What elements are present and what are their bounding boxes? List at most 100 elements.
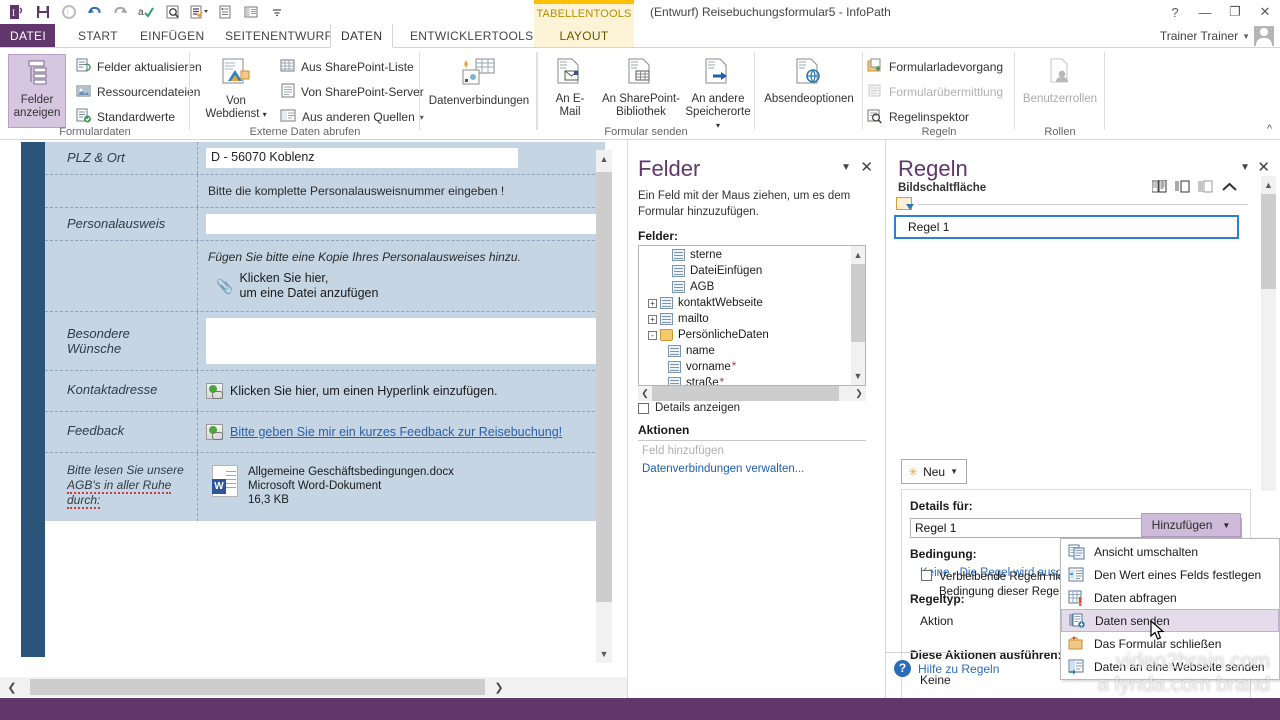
user-account-area[interactable]: Trainer Trainer ▼ — [1160, 26, 1274, 46]
datenverbindungen-button[interactable]: Datenverbindungen — [424, 54, 534, 128]
feedback-hyperlink[interactable]: Bitte geben Sie mir ein kurzes Feedback … — [206, 421, 597, 443]
save-icon[interactable] — [30, 1, 55, 23]
customize-qat-icon[interactable] — [264, 1, 289, 23]
designer-vertical-scrollbar[interactable]: ▲ ▼ — [596, 150, 612, 663]
hilfe-zu-regeln-link[interactable]: Hilfe zu Regeln — [918, 662, 999, 676]
hinzufuegen-dropdown-menu[interactable]: Ansicht umschalten Den Wert eines Felds … — [1060, 538, 1280, 680]
tab-datei[interactable]: DATEI — [0, 24, 55, 48]
von-sharepoint-server-button[interactable]: Von SharePoint-Server — [280, 81, 424, 103]
standardwerte-button[interactable]: Standardwerte — [76, 106, 175, 128]
rule-list-item[interactable]: Regel 1 — [894, 215, 1239, 239]
tab-einfuegen[interactable]: EINFÜGEN — [130, 24, 214, 48]
an-email-button[interactable]: An E- Mail — [541, 54, 599, 128]
kontaktadresse-hyperlink[interactable]: Klicken Sie hier, um einen Hyperlink ein… — [206, 380, 597, 402]
scroll-right-icon[interactable]: ❯ — [491, 679, 507, 695]
tree-item[interactable]: name — [640, 343, 852, 359]
formularladevorgang-button[interactable]: Formularladevorgang — [867, 56, 1003, 78]
menu-item-daten-senden[interactable]: Daten senden — [1061, 609, 1279, 632]
verbleibende-regeln-checkbox-row[interactable]: Verbleibende Regeln nic Bedingung dieser… — [921, 570, 1064, 600]
scroll-up-icon[interactable]: ▲ — [1261, 176, 1276, 194]
undo-history-icon[interactable]: i — [56, 1, 81, 23]
pane-menu-icon[interactable]: ▼ — [1240, 162, 1250, 173]
an-sharepoint-bibliothek-button[interactable]: An SharePoint- Bibliothek — [601, 54, 681, 128]
form-design-canvas[interactable]: PLZ & Ort D - 56070 Koblenz Bitte die ko… — [0, 140, 627, 680]
preview-icon[interactable] — [160, 1, 185, 23]
designer-horizontal-scrollbar[interactable]: ❮ ❯ — [0, 677, 627, 697]
publish-icon[interactable] — [212, 1, 237, 23]
scroll-right-icon[interactable]: ❯ — [852, 386, 866, 401]
tree-item[interactable]: AGB — [640, 279, 852, 295]
tree-horizontal-scrollbar[interactable]: ❮ ❯ — [638, 386, 866, 401]
attachment-control[interactable]: 📎 Klicken Sie hier, um eine Datei anzufü… — [206, 267, 597, 305]
redo-icon[interactable] — [108, 1, 133, 23]
scroll-up-icon[interactable]: ▲ — [596, 150, 612, 168]
tab-seitenentwurf[interactable]: SEITENENTWURF — [215, 24, 342, 48]
help-button[interactable]: ? — [1160, 1, 1190, 23]
plz-ort-input[interactable]: D - 56070 Koblenz — [206, 148, 518, 168]
agb-document-attachment[interactable]: W Allgemeine Geschäftsbedingungen.docx M… — [206, 461, 597, 511]
spelling-icon[interactable]: a — [134, 1, 159, 23]
scroll-left-icon[interactable]: ❮ — [4, 679, 20, 695]
aus-anderen-quellen-button[interactable]: Aus anderen Quellen ▾ — [280, 106, 424, 128]
absendeoptionen-button[interactable]: Absendeoptionen — [757, 54, 861, 128]
hilfe-zu-regeln-row[interactable]: ? Hilfe zu Regeln — [894, 660, 999, 677]
feedback-hyperlink-text[interactable]: Bitte geben Sie mir ein kurzes Feedback … — [230, 425, 562, 439]
tree-item[interactable]: vorname * — [640, 359, 852, 375]
hinzufuegen-button[interactable]: Hinzufügen ▼ — [1141, 513, 1241, 537]
paste-rule-icon[interactable] — [1198, 180, 1213, 194]
details-anzeigen-checkbox-row[interactable]: Details anzeigen — [638, 402, 740, 414]
scroll-down-icon[interactable]: ▼ — [596, 645, 612, 663]
duplicate-rule-icon[interactable] — [1175, 180, 1190, 194]
tab-start[interactable]: START — [68, 24, 128, 48]
scroll-left-icon[interactable]: ❮ — [638, 386, 652, 401]
felder-aktualisieren-button[interactable]: Felder aktualisieren — [76, 56, 202, 78]
tree-item[interactable]: straße * — [640, 375, 852, 385]
menu-item-formular-schliessen[interactable]: Das Formular schließen — [1061, 632, 1279, 655]
tree-hscroll-thumb[interactable] — [652, 386, 839, 401]
pane-menu-icon[interactable]: ▼ — [841, 162, 851, 173]
details-anzeigen-checkbox[interactable] — [638, 402, 649, 414]
neu-rule-button[interactable]: ✳ Neu ▼ — [901, 459, 967, 484]
scroll-down-icon[interactable]: ▼ — [851, 367, 865, 385]
chevron-down-icon[interactable]: ▼ — [950, 467, 958, 476]
ressourcendateien-button[interactable]: Ressourcendateien — [76, 81, 200, 103]
collapse-ribbon-button[interactable]: ^ — [1267, 123, 1272, 135]
minimize-button[interactable]: — — [1190, 1, 1220, 23]
designer-hscroll-thumb[interactable] — [30, 679, 485, 695]
felder-anzeigen-button[interactable]: Felder anzeigen — [8, 54, 66, 128]
formularuebermittlung-button[interactable]: Formularübermittlung — [867, 81, 1003, 103]
tab-layout[interactable]: LAYOUT — [534, 24, 634, 48]
verbleibende-regeln-checkbox[interactable] — [921, 570, 932, 581]
chevron-down-icon[interactable]: ▾ — [263, 110, 267, 119]
chevron-down-icon[interactable]: ▼ — [1222, 521, 1230, 530]
besondere-wuensche-textarea[interactable] — [206, 318, 597, 364]
expand-icon[interactable]: + — [648, 314, 657, 324]
regelinspektor-button[interactable]: Regelinspektor — [867, 106, 969, 128]
infopath-logo-icon[interactable]: I — [4, 1, 29, 23]
designer-vscroll-thumb[interactable] — [596, 172, 612, 602]
close-button[interactable]: ✕ — [1250, 1, 1280, 23]
close-icon[interactable]: ✕ — [1257, 158, 1270, 176]
chevron-up-icon[interactable] — [1221, 180, 1237, 194]
regeln-vertical-scrollbar[interactable]: ▲ — [1261, 176, 1276, 491]
aus-sharepoint-liste-button[interactable]: Aus SharePoint-Liste — [280, 56, 414, 78]
tree-vertical-scrollbar[interactable]: ▲ ▼ — [851, 246, 865, 385]
personalausweis-input[interactable] — [206, 214, 597, 234]
an-andere-speicherorte-button[interactable]: An andere Speicherorte ▾ — [683, 54, 753, 130]
collapse-icon[interactable]: - — [648, 330, 657, 340]
regeln-vscroll-thumb[interactable] — [1261, 194, 1276, 289]
tree-item[interactable]: + mailto — [640, 311, 852, 327]
tree-item[interactable]: sterne — [640, 247, 852, 263]
copy-rule-icon[interactable] — [1151, 179, 1167, 194]
avatar[interactable] — [1254, 26, 1274, 46]
undo-icon[interactable] — [82, 1, 107, 23]
menu-item-daten-abfragen[interactable]: Daten abfragen — [1061, 586, 1279, 609]
felder-tree[interactable]: sterne DateiEinfügen AGB + kontaktWebseit… — [638, 245, 866, 386]
benutzerrollen-button[interactable]: Benutzerrollen — [1017, 54, 1103, 128]
design-checker-icon[interactable] — [186, 1, 211, 23]
feld-hinzufuegen-action[interactable]: Feld hinzufügen — [642, 445, 724, 457]
tree-item[interactable]: - PersönlicheDaten — [640, 327, 852, 343]
scroll-up-icon[interactable]: ▲ — [851, 246, 865, 264]
tab-daten[interactable]: DATEN — [330, 24, 394, 48]
page-layout-icon[interactable] — [238, 1, 263, 23]
